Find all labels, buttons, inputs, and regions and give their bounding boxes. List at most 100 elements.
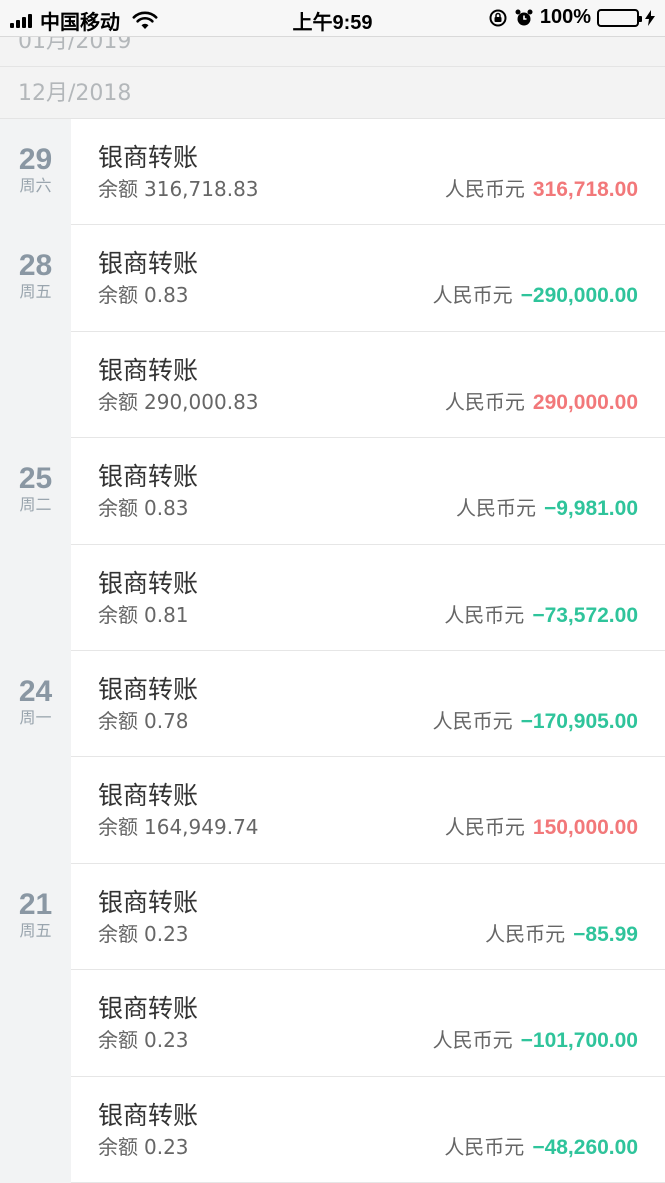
currency-label: 人民币元 — [432, 708, 513, 733]
battery-percent: 100% — [539, 6, 591, 28]
transaction-card[interactable]: 银商转账余额 0.83 人民币元 −9,981.00 — [71, 438, 665, 544]
amount-info: 人民币元 150,000.00 — [445, 815, 638, 840]
transaction-row[interactable]: 21 周五 银商转账 余额 0.23 人民币元 −85.99 — [0, 863, 665, 971]
currency-label: 人民币元 — [444, 389, 525, 414]
balance-label: 余额 — [98, 1134, 138, 1159]
balance-label: 余额 — [98, 708, 138, 733]
transaction-card[interactable]: 银商转账余额 290,000.83 人民币元 290,000.00 — [71, 331, 665, 438]
date-column: 28 周五 — [0, 225, 71, 331]
balance-info: 余额 0.83 — [98, 496, 189, 520]
date-column: 24 周一 — [0, 651, 71, 757]
transaction-title: 银商转账 — [98, 355, 199, 385]
amount-info: 人民币元 −48,260.00 — [444, 1135, 638, 1160]
transaction-amount: −9,981.00 — [543, 497, 638, 521]
amount-info: 人民币元 −170,905.00 — [433, 709, 638, 734]
transaction-amount: 150,000.00 — [532, 816, 638, 840]
balance-info: 余额 0.81 — [98, 603, 189, 627]
transaction-card[interactable]: 银商转账 余额 0.23 人民币元 −101,700.00 — [71, 970, 665, 1076]
currency-label: 人民币元 — [444, 1134, 525, 1159]
transaction-title: 银商转账 — [98, 674, 199, 704]
weekday-label: 周五 — [19, 282, 52, 302]
day-number: 29 — [18, 143, 53, 176]
balance-value: 0.81 — [144, 602, 189, 627]
day-number: 28 — [18, 249, 53, 283]
transaction-amount: −170,905.00 — [520, 709, 638, 733]
transaction-row[interactable]: 银商转账 余额 164,949.74 人民币元 150,000.00 — [0, 757, 665, 864]
transaction-amount: −85.99 — [573, 922, 638, 946]
transaction-card[interactable]: 银商转账余额 0.23 人民币元 −85.99 — [71, 863, 665, 970]
balance-value: 0.83 — [144, 496, 189, 521]
transaction-amount: −290,000.00 — [520, 284, 638, 308]
transaction-title: 银商转账 — [98, 462, 199, 492]
transaction-card[interactable]: 银商转账 余额 0.83 人民币元 −290,000.00 — [71, 225, 665, 331]
rotation-lock-icon — [489, 9, 507, 26]
balance-info: 余额 0.23 — [98, 1135, 189, 1159]
alarm-icon — [515, 9, 533, 25]
transaction-title: 银商转账 — [98, 887, 199, 917]
balance-info: 余额 0.83 — [98, 283, 189, 307]
currency-label: 人民币元 — [485, 921, 566, 946]
currency-label: 人民币元 — [444, 602, 525, 627]
transaction-amount: −48,260.00 — [532, 1135, 638, 1159]
date-column — [0, 970, 71, 1076]
transaction-title: 银商转账 — [98, 143, 199, 172]
balance-label: 余额 — [98, 283, 138, 308]
balance-info: 余额 164,949.74 — [98, 815, 259, 839]
balance-value: 0.83 — [144, 283, 189, 308]
weekday-label: 周二 — [19, 495, 52, 515]
transaction-title: 银商转账 — [98, 994, 199, 1024]
amount-info: 人民币元 −9,981.00 — [456, 496, 638, 521]
currency-label: 人民币元 — [432, 283, 513, 308]
currency-label: 人民币元 — [444, 815, 525, 840]
currency-label: 人民币元 — [455, 496, 536, 521]
amount-info: 人民币元 316,718.00 — [445, 177, 638, 202]
transaction-amount: −101,700.00 — [520, 1029, 638, 1053]
balance-label: 余额 — [98, 1028, 138, 1053]
balance-label: 余额 — [98, 389, 138, 414]
balance-label: 余额 — [98, 496, 138, 521]
balance-value: 0.23 — [144, 921, 189, 946]
transaction-row[interactable]: 29 周六 银商转账余额 316,718.83 人民币元 316,718.00 — [0, 119, 665, 226]
balance-info: 余额 316,718.83 — [98, 177, 259, 201]
transaction-row[interactable]: 银商转账 余额 0.23 人民币元 −101,700.00 — [0, 970, 665, 1077]
transaction-card[interactable]: 银商转账余额 316,718.83 人民币元 316,718.00 — [71, 119, 665, 225]
transaction-card[interactable]: 银商转账余额 0.23 人民币元 −48,260.00 — [71, 1076, 665, 1182]
date-column: 25 周二 — [0, 438, 71, 544]
transaction-amount: −73,572.00 — [532, 603, 638, 627]
date-column — [0, 545, 71, 651]
transaction-card[interactable]: 银商转账 余额 164,949.74 人民币元 150,000.00 — [71, 757, 665, 863]
transaction-row[interactable]: 25 周二 银商转账余额 0.83 人民币元 −9,981.00 — [0, 438, 665, 545]
transaction-row[interactable]: 银商转账余额 290,000.83 人民币元 290,000.00 — [0, 331, 665, 439]
balance-label: 余额 — [98, 177, 138, 201]
transaction-card[interactable]: 银商转账余额 0.81 人民币元 −73,572.00 — [71, 544, 665, 650]
transaction-amount: 316,718.00 — [532, 178, 638, 201]
currency-label: 人民币元 — [444, 177, 525, 201]
transaction-row[interactable]: 银商转账余额 0.81 人民币元 −73,572.00 — [0, 544, 665, 651]
transaction-title: 银商转账 — [98, 568, 199, 598]
balance-label: 余额 — [98, 921, 138, 946]
transaction-card[interactable]: 银商转账余额 0.78 人民币元 −170,905.00 — [71, 650, 665, 757]
balance-info: 余额 290,000.83 — [98, 390, 259, 414]
balance-value: 0.78 — [144, 708, 189, 733]
amount-info: 人民币元 −101,700.00 — [433, 1028, 638, 1053]
charging-icon — [645, 9, 655, 26]
balance-value: 164,949.74 — [144, 815, 259, 840]
day-number: 24 — [18, 674, 53, 708]
date-column: 29 周六 — [0, 119, 71, 225]
balance-label: 余额 — [98, 602, 138, 627]
transaction-title: 银商转账 — [98, 1100, 199, 1130]
date-column — [0, 1077, 71, 1183]
system-indicators: 100% — [488, 6, 655, 29]
weekday-label: 周一 — [19, 707, 52, 727]
amount-info: 人民币元 290,000.00 — [445, 390, 638, 415]
balance-info: 余额 0.78 — [98, 709, 189, 733]
month-header-current[interactable]: 12月/2018 — [0, 67, 665, 119]
battery-icon — [597, 8, 642, 27]
weekday-label: 周五 — [19, 920, 52, 940]
transaction-amount: 290,000.00 — [532, 390, 638, 414]
transaction-list: 29 周六 银商转账 余额 316,718.83 人民币元 316,718.00 28 周五 银商… — [0, 119, 665, 1183]
transaction-row[interactable]: 28 周五 银商转账 余额 0.83 人民币元 −290,000.00 — [0, 225, 665, 332]
balance-value: 316,718.83 — [144, 177, 259, 201]
transaction-row[interactable]: 银商转账余额 0.23 人民币元 −48,260.00 — [0, 1076, 665, 1183]
transaction-row[interactable]: 24 周一 银商转账 余额 0.78 人民币元 −170,905.00 — [0, 650, 665, 758]
